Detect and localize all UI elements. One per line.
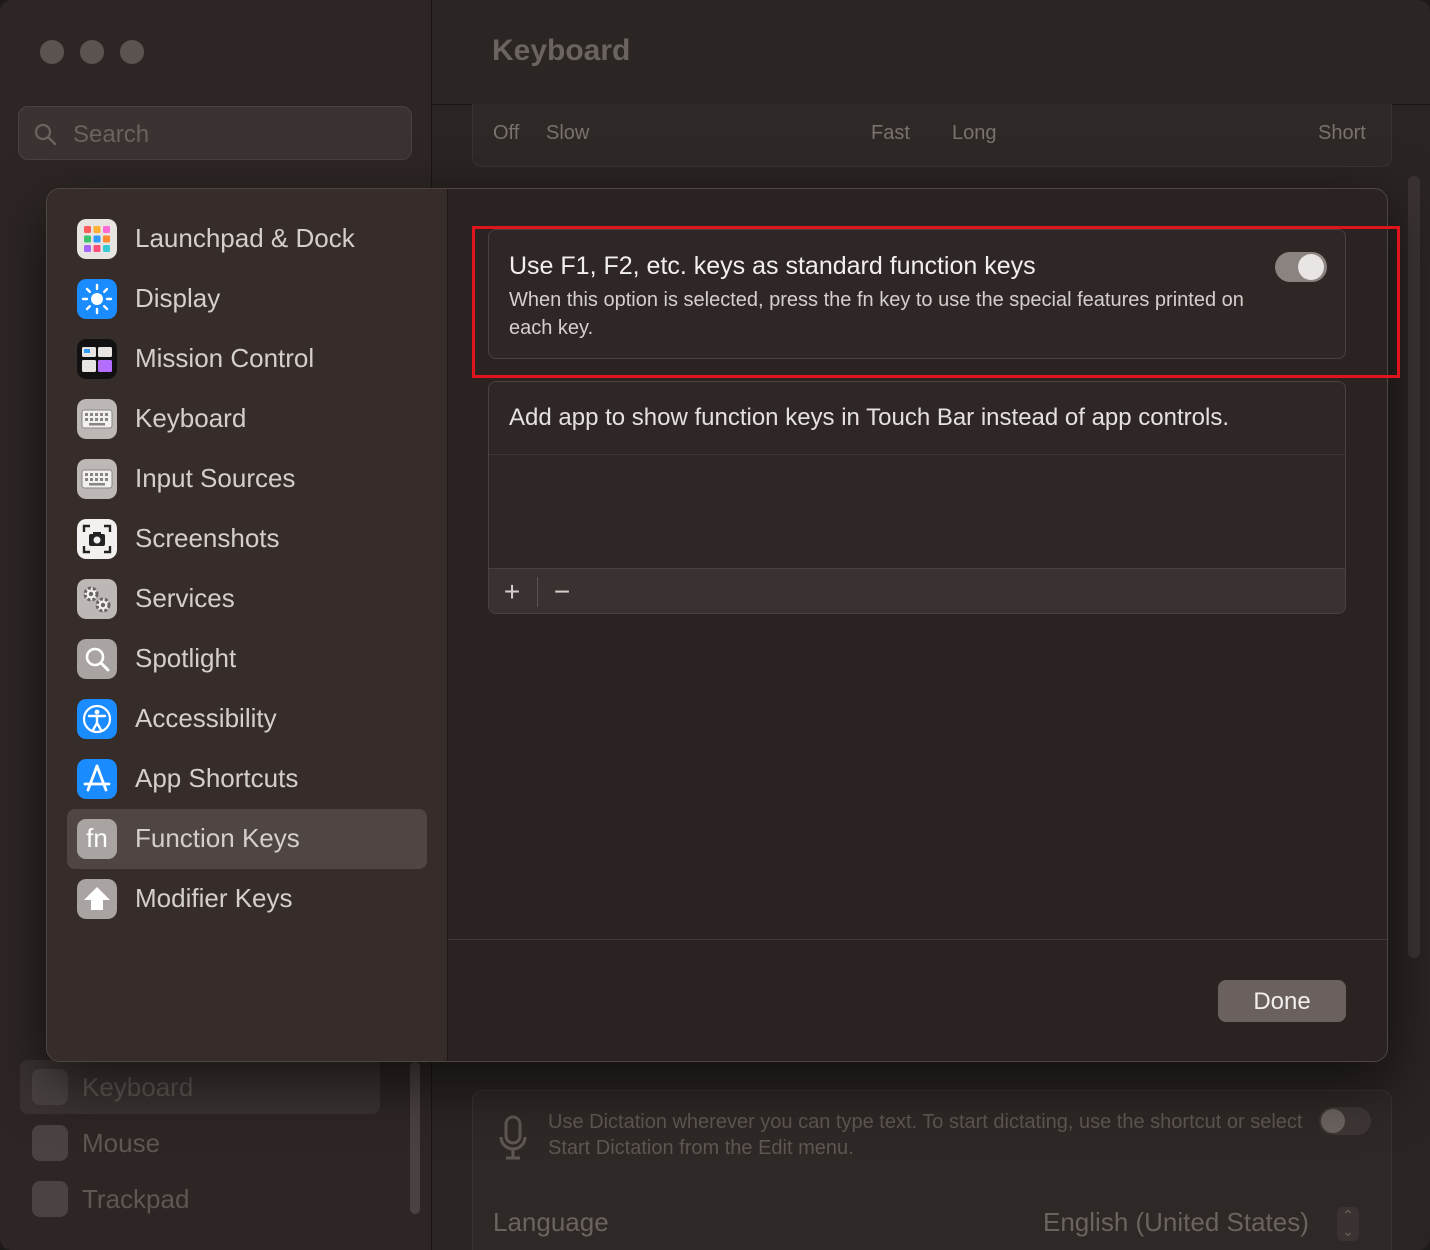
spotlight-icon	[77, 639, 117, 679]
nav-item-label: Screenshots	[135, 523, 280, 553]
search-icon	[34, 123, 57, 146]
fn-icon: fn	[77, 819, 117, 859]
system-settings-window: Search Keyboard Mouse Trackpad Keyboard …	[0, 0, 1430, 1250]
page-title: Keyboard	[492, 34, 631, 67]
function-keys-pane: Use F1, F2, etc. keys as standard functi…	[448, 189, 1387, 939]
services-icon	[77, 579, 117, 619]
nav-item-label: Input Sources	[135, 463, 296, 493]
modifier-keys-icon	[77, 879, 117, 919]
trackpad-icon	[32, 1181, 68, 1217]
nav-item-spotlight[interactable]: Spotlight	[67, 629, 427, 689]
nav-item-modifier-keys[interactable]: Modifier Keys	[67, 869, 427, 929]
main-scrollbar[interactable]	[1408, 176, 1420, 958]
sidebar-item-label: Mouse	[82, 1128, 161, 1158]
nav-item-display[interactable]: Display	[67, 269, 427, 329]
sidebar-scrollbar[interactable]	[410, 1062, 420, 1214]
key-repeat-section: Off Slow Fast Long Short	[472, 104, 1392, 167]
minimize-window-button[interactable]	[80, 40, 104, 64]
nav-item-label: Display	[135, 283, 221, 313]
language-label: Language	[493, 1207, 609, 1237]
touchbar-apps-title: Add app to show function keys in Touch B…	[509, 404, 1229, 431]
dictation-section: Use Dictation wherever you can type text…	[472, 1090, 1392, 1250]
keyboard-icon	[32, 1069, 68, 1105]
nav-item-label: Spotlight	[135, 643, 237, 673]
nav-item-label: Keyboard	[135, 403, 247, 433]
list-toolbar: + −	[489, 568, 1345, 613]
toggle-knob	[1298, 254, 1324, 280]
nav-item-input-sources[interactable]: Input Sources	[67, 449, 427, 509]
nav-item-label: Launchpad & Dock	[135, 223, 355, 253]
divider	[489, 454, 1345, 455]
screenshots-icon	[77, 519, 117, 559]
language-value[interactable]: English (United States)	[1043, 1207, 1309, 1238]
fn-keys-toggle[interactable]	[1275, 252, 1327, 282]
done-button[interactable]: Done	[1218, 980, 1346, 1022]
nav-item-label: Mission Control	[135, 343, 315, 373]
app-shortcuts-icon	[77, 759, 117, 799]
nav-item-launchpad-dock[interactable]: Launchpad & Dock	[67, 209, 427, 269]
keyboard-shortcuts-sheet: Launchpad & Dock Display Mission Control	[46, 188, 1388, 1062]
main-header: Keyboard	[432, 0, 1430, 105]
fn-icon-label: fn	[86, 823, 108, 853]
touchbar-apps-list: Add app to show function keys in Touch B…	[488, 381, 1346, 614]
sidebar-item-keyboard[interactable]: Keyboard	[20, 1060, 380, 1114]
close-window-button[interactable]	[40, 40, 64, 64]
shortcuts-nav: Launchpad & Dock Display Mission Control	[47, 189, 448, 1061]
microphone-icon	[499, 1115, 527, 1160]
fn-keys-option-description: When this option is selected, press the …	[509, 289, 1244, 339]
language-popup-chevrons-icon[interactable]: ⌃ ⌄	[1337, 1207, 1359, 1241]
slider-label-off: Off	[493, 122, 520, 144]
launchpad-icon	[77, 219, 117, 259]
dictation-toggle[interactable]	[1319, 1107, 1371, 1135]
slider-label-short: Short	[1318, 122, 1366, 144]
nav-item-accessibility[interactable]: Accessibility	[67, 689, 427, 749]
sidebar-item-label: Trackpad	[82, 1184, 190, 1214]
sheet-footer: Done	[448, 939, 1387, 1061]
slider-label-fast: Fast	[871, 122, 910, 144]
nav-item-label: Accessibility	[135, 703, 277, 733]
zoom-window-button[interactable]	[120, 40, 144, 64]
sidebar-item-mouse[interactable]: Mouse	[20, 1116, 380, 1170]
mission-control-icon	[77, 339, 117, 379]
input-sources-icon	[77, 459, 117, 499]
nav-item-keyboard[interactable]: Keyboard	[67, 389, 427, 449]
slider-label-long: Long	[952, 122, 997, 144]
display-icon	[77, 279, 117, 319]
add-app-button[interactable]: +	[489, 575, 535, 609]
mouse-icon	[32, 1125, 68, 1161]
nav-item-function-keys[interactable]: fn Function Keys	[67, 809, 427, 869]
nav-item-label: Function Keys	[135, 823, 300, 853]
divider	[537, 577, 538, 607]
remove-app-button[interactable]: −	[539, 575, 585, 609]
nav-item-screenshots[interactable]: Screenshots	[67, 509, 427, 569]
search-field[interactable]: Search	[18, 106, 412, 160]
keyboard-icon	[77, 399, 117, 439]
sidebar-item-label: Keyboard	[82, 1072, 194, 1102]
slider-label-slow: Slow	[546, 122, 590, 144]
nav-item-label: Modifier Keys	[135, 883, 293, 913]
fn-keys-option-card: Use F1, F2, etc. keys as standard functi…	[488, 229, 1346, 359]
search-placeholder: Search	[73, 121, 150, 148]
nav-item-label: Services	[135, 583, 235, 613]
dictation-description: Use Dictation wherever you can type text…	[548, 1111, 1303, 1159]
nav-item-app-shortcuts[interactable]: App Shortcuts	[67, 749, 427, 809]
nav-item-services[interactable]: Services	[67, 569, 427, 629]
sidebar-item-trackpad[interactable]: Trackpad	[20, 1172, 380, 1226]
fn-keys-option-title: Use F1, F2, etc. keys as standard functi…	[509, 252, 1036, 280]
accessibility-icon	[77, 699, 117, 739]
nav-item-mission-control[interactable]: Mission Control	[67, 329, 427, 389]
nav-item-label: App Shortcuts	[135, 763, 299, 793]
